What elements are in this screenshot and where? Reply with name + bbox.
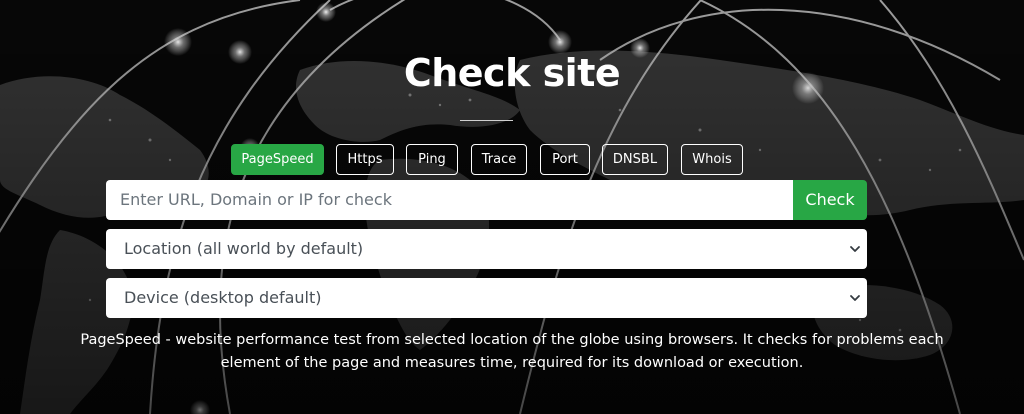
tab-dnsbl[interactable]: DNSBL [602, 144, 668, 175]
tab-ping[interactable]: Ping [406, 144, 458, 175]
check-type-tabs: PageSpeed Https Ping Trace Port DNSBL Wh… [0, 144, 1024, 175]
tab-whois[interactable]: Whois [681, 144, 743, 175]
location-select[interactable]: Location (all world by default) [106, 229, 867, 269]
device-select[interactable]: Device (desktop default) [106, 278, 867, 318]
device-select-value: Device (desktop default) [124, 288, 322, 307]
check-site-panel: Check site PageSpeed Https Ping Trace Po… [0, 0, 1024, 414]
chevron-down-icon [850, 295, 860, 301]
check-button[interactable]: Check [793, 180, 867, 220]
tab-pagespeed[interactable]: PageSpeed [231, 144, 324, 175]
page-title: Check site [403, 51, 621, 95]
url-input[interactable]: Enter URL, Domain or IP for check [106, 180, 793, 220]
tab-port[interactable]: Port [540, 144, 590, 175]
check-description: PageSpeed - website performance test fro… [80, 332, 944, 371]
title-divider [460, 120, 513, 121]
url-check-form: Enter URL, Domain or IP for check Check [106, 180, 867, 220]
tab-trace[interactable]: Trace [471, 144, 527, 175]
location-select-value: Location (all world by default) [124, 239, 364, 258]
tab-https[interactable]: Https [336, 144, 394, 175]
chevron-down-icon [850, 246, 860, 252]
